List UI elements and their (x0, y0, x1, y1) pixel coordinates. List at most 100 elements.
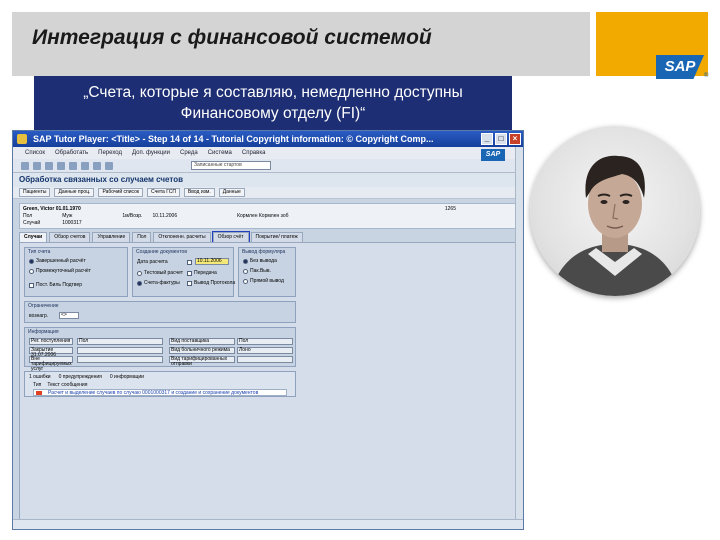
radio-icon[interactable] (137, 280, 142, 286)
info-field: Вид поставщика (169, 338, 235, 345)
print-icon[interactable] (93, 162, 101, 170)
print-format-group: Вывод формулярa Без вывода Пак.Выв. Прям… (238, 247, 296, 297)
registered-mark: ® (704, 73, 709, 79)
info-field: Пол (77, 338, 163, 345)
radio-icon[interactable] (243, 278, 248, 284)
info-field: Закрытие 31.07.2006 (29, 347, 73, 358)
tab-management[interactable]: Управление (92, 232, 131, 242)
application-toolbar: Пациенты Данные проц. Рабочий список Сче… (13, 187, 523, 199)
procedure-data-button[interactable]: Данные проц. (54, 188, 95, 197)
change-entry-button[interactable]: Ввод изм. (183, 188, 215, 197)
info-field (237, 356, 293, 363)
option-label: Без вывода (250, 258, 277, 264)
patient-field: Случай (23, 220, 41, 226)
checkbox-icon[interactable] (187, 260, 192, 265)
info-field (77, 347, 163, 354)
create-documents-group: Создание документов Дата расчета 10.11.2… (132, 247, 235, 297)
message-row[interactable]: Расчет и выделение случаев по случаю 000… (33, 389, 287, 396)
info-field: Вид больничного режима (169, 347, 235, 354)
checkbox-icon[interactable] (29, 282, 34, 288)
menu-item-list[interactable]: Список (25, 147, 45, 159)
tab-cases[interactable]: Случаи (19, 232, 48, 242)
save-icon[interactable] (45, 162, 53, 170)
menu-item-environment[interactable]: Среда (180, 147, 198, 159)
back-icon[interactable] (57, 162, 65, 170)
billing-type-group: Тип счета Завершенный расчёт Промежуточн… (24, 247, 128, 297)
transfer-option[interactable]: Передача (187, 270, 217, 276)
restriction-group: Ограничение вознагр. <> (24, 301, 296, 323)
radio-icon[interactable] (137, 270, 142, 276)
tab-content: Тип счета Завершенный расчёт Промежуточн… (19, 242, 517, 529)
invoices-button[interactable]: Счета ГСП (147, 188, 180, 197)
billing-option-interim[interactable]: Промежуточный расчёт (29, 268, 91, 274)
patient-field: 10.11.2006 (152, 213, 178, 219)
patient-row-1: Пол Муж 1м/Возр. 10.11.2006 Кормлен Корм… (23, 213, 289, 219)
checkbox-icon[interactable] (187, 280, 192, 286)
patients-button[interactable]: Пациенты (19, 188, 51, 197)
command-field-icon[interactable] (33, 162, 41, 170)
option-label: Пост. Биль Подтвер (36, 282, 83, 288)
billing-option-final[interactable]: Завершенный расчёт (29, 258, 86, 264)
tab-rejected[interactable]: Отклоненн. расчеты (153, 232, 211, 242)
checkbox-icon[interactable] (187, 270, 192, 276)
group-title: Ограничение (28, 303, 59, 309)
radio-icon[interactable] (29, 268, 34, 274)
slide-title: Интеграция с финансовой системой (32, 26, 432, 49)
billing-option-confirm[interactable]: Пост. Биль Подтвер (29, 282, 82, 288)
menu-item-goto[interactable]: Переход (98, 147, 122, 159)
patient-header: Green, Victor 01.01.1970 Пол Муж 1м/Возр… (19, 203, 517, 229)
tab-account-overview[interactable]: Обзор счёт (211, 231, 250, 243)
worklist-button[interactable]: Рабочий список (98, 188, 144, 197)
menu-item-edit[interactable]: Обработать (55, 147, 88, 159)
print-option-none[interactable]: Без вывода (243, 258, 277, 264)
billing-date-input[interactable]: 10.11.2006 (195, 258, 229, 265)
find-icon[interactable] (105, 162, 113, 170)
print-option-direct[interactable]: Прямой вывод (243, 278, 284, 284)
menu-bar: Список Обработать Переход Доп. функции С… (13, 147, 523, 159)
messages-group: 1 ошибки 0 предупреждения 0 информации Т… (24, 371, 296, 397)
data-button[interactable]: Данные (218, 188, 245, 197)
info-count: 0 информации (109, 374, 144, 380)
information-group: Информация Рег. поступления Пол Вид пост… (24, 327, 296, 372)
column-text: Текст сообщения (47, 382, 88, 388)
info-field: Лоно (237, 347, 293, 354)
group-title: Создание документов (136, 249, 187, 255)
patient-code: 1265 (444, 206, 456, 212)
window-titlebar: SAP Tutor Player: <Title> - Step 14 of 1… (13, 131, 523, 147)
maximize-icon[interactable]: □ (495, 133, 507, 145)
option-label: Тестовый расчет (144, 270, 184, 276)
tab-coverage-payment[interactable]: Покрытие/ платеж (250, 232, 303, 242)
enter-icon[interactable] (21, 162, 29, 170)
menu-item-system[interactable]: Система (208, 147, 232, 159)
radio-icon[interactable] (29, 258, 34, 264)
exit-icon[interactable] (69, 162, 77, 170)
message-text: Расчет и выделение случаев по случаю 000… (48, 390, 259, 396)
minimize-icon[interactable]: _ (481, 133, 493, 145)
command-field[interactable]: Записанные стартов (191, 161, 271, 170)
menu-item-extras[interactable]: Доп. функции (132, 147, 170, 159)
info-field: Вне тарифицируемых услуг (29, 356, 73, 372)
info-field: Пол (237, 338, 293, 345)
patient-field: 1000317 (62, 220, 82, 226)
quote-box: „Счета, которые я составляю, немедленно … (34, 76, 512, 130)
messages-columns: Тип Текст сообщения (33, 382, 87, 388)
test-billing-option[interactable]: Тестовый расчет (137, 270, 183, 276)
cancel-icon[interactable] (81, 162, 89, 170)
protocol-option[interactable]: Вывод Протокола (187, 280, 235, 286)
invoices-option[interactable]: Счета-фактуры (137, 280, 180, 286)
vertical-scrollbar[interactable] (515, 147, 523, 529)
tab-invoice-overview[interactable]: Обзор счетов (49, 232, 91, 242)
window-title: SAP Tutor Player: <Title> - Step 14 of 1… (33, 134, 434, 144)
option-label: Передача (194, 270, 217, 276)
close-icon[interactable]: × (509, 133, 521, 145)
print-option-batch[interactable]: Пак.Выв. (243, 268, 271, 274)
portrait-photo (530, 126, 700, 296)
info-field: Вид тарифицированных отправки (169, 356, 235, 367)
restriction-input[interactable]: <> (59, 312, 79, 319)
slide-title-bar: Интеграция с финансовой системой (12, 12, 590, 76)
radio-icon[interactable] (243, 268, 248, 274)
patient-row-2: Случай 1000317 (23, 220, 82, 226)
radio-icon[interactable] (243, 258, 248, 264)
menu-item-help[interactable]: Справка (242, 147, 266, 159)
tab-sex[interactable]: Пол (132, 232, 152, 242)
